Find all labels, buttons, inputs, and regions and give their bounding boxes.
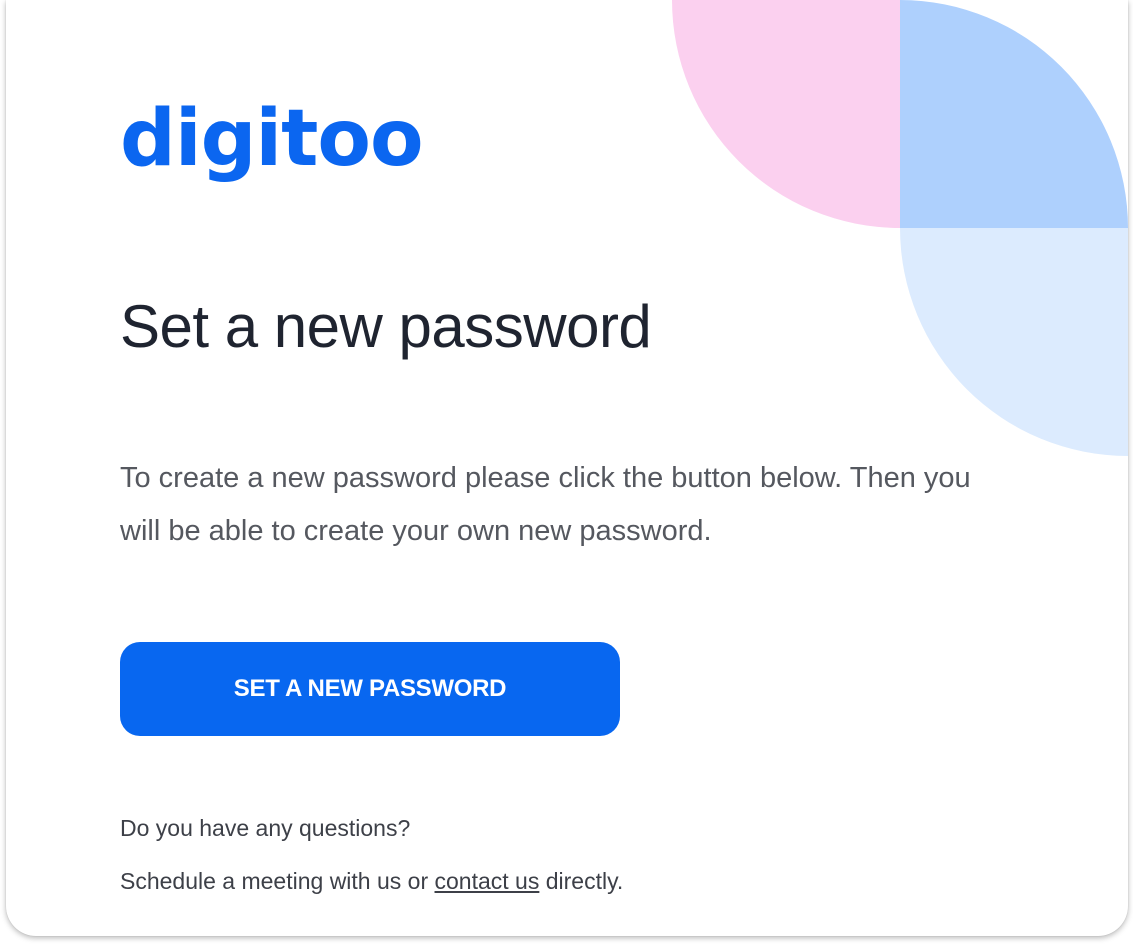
decor-light-blue-quarter: [900, 228, 1128, 456]
schedule-text: Schedule a meeting with us or contact us…: [120, 868, 623, 895]
page-title: Set a new password: [120, 293, 652, 360]
decor-pink-quarter: [672, 0, 900, 228]
instructions-text: To create a new password please click th…: [120, 462, 971, 547]
questions-text: Do you have any questions?: [120, 815, 411, 841]
set-new-password-button[interactable]: SET A NEW PASSWORD: [120, 642, 620, 736]
schedule-prefix: Schedule a meeting with us or: [120, 868, 429, 894]
email-card: digitoo Set a new password To create a n…: [6, 0, 1128, 936]
digitoo-logo: digitoo: [120, 94, 424, 184]
decor-blue-quarter: [900, 0, 1128, 228]
contact-us-link[interactable]: contact us: [435, 868, 540, 894]
schedule-suffix: directly.: [545, 868, 624, 894]
